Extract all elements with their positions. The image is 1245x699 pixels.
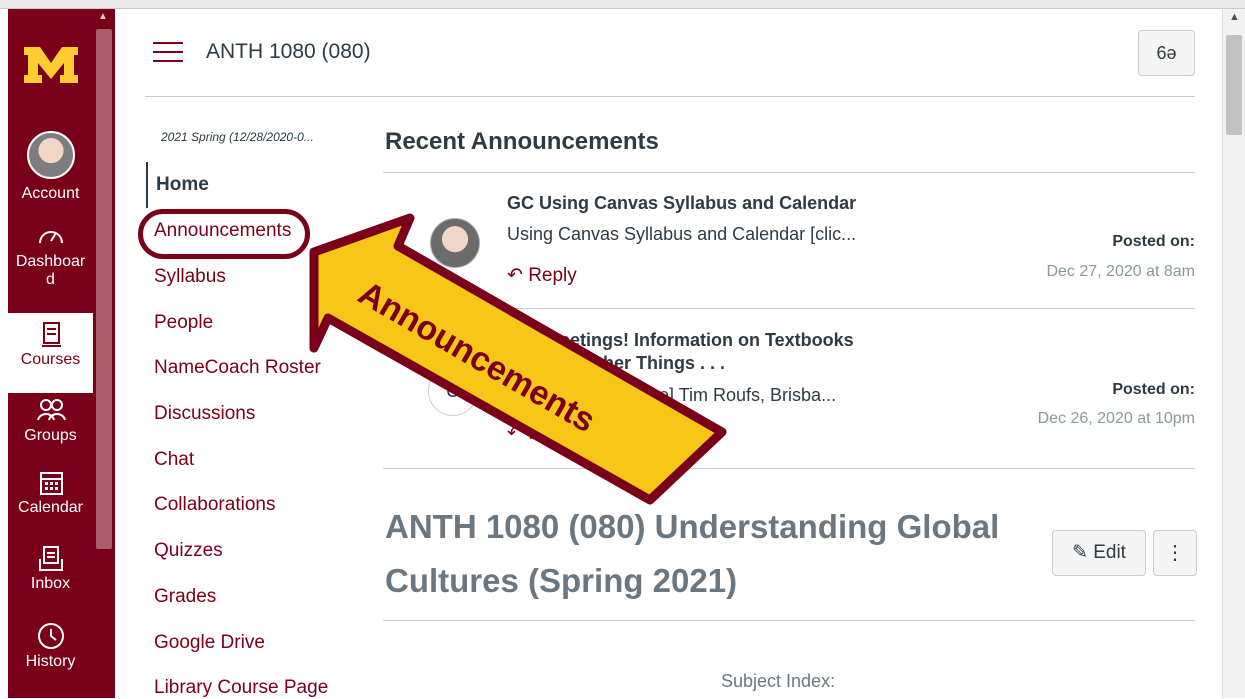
university-logo[interactable]	[22, 43, 80, 87]
nav-scrollbar[interactable]: ▲	[93, 9, 115, 698]
subject-index-label: Subject Index:	[721, 671, 836, 691]
announcement-2-preview: k ↑ here] Tim Roufs, Brisba...	[605, 385, 837, 405]
nav-history[interactable]: History	[8, 621, 93, 681]
announcement-1-title[interactable]: GC Using Canvas Syllabus and Calendar	[507, 193, 856, 214]
announcement-1-posted-label: Posted on:	[1112, 233, 1195, 250]
course-nav-quizzes[interactable]: Quizzes	[154, 540, 223, 562]
course-nav-namecoach-roster[interactable]: NameCoach Roster	[154, 357, 321, 379]
nav-groups[interactable]: Groups	[8, 395, 93, 455]
announcement-2-title-line2[interactable]: her Things . . .	[603, 353, 725, 374]
course-nav-people[interactable]: People	[154, 312, 213, 334]
announcement-2-reply-label: R	[528, 423, 542, 444]
divider	[383, 468, 1195, 469]
announcement-1-avatar[interactable]	[430, 218, 480, 268]
announcement-1-reply-label: Reply	[528, 265, 577, 286]
pencil-icon: ✎	[1072, 542, 1088, 563]
clock-icon	[37, 623, 64, 649]
nav-groups-label: Groups	[24, 427, 77, 444]
page-scrollbar-thumb[interactable]	[1226, 35, 1242, 135]
nav-dashboard-label-2: d	[46, 271, 55, 288]
avatar	[26, 131, 75, 179]
reply-icon: ↶	[507, 423, 523, 444]
scroll-up-icon[interactable]: ▲	[1229, 11, 1240, 23]
announcement-1-preview: Using Canvas Syllabus and Calendar [clic…	[507, 224, 857, 244]
nav-account[interactable]: Account	[8, 127, 93, 207]
nav-inbox-label: Inbox	[30, 575, 71, 592]
term-label: 2021 Spring (12/28/2020-0...	[161, 130, 314, 144]
course-nav-chat[interactable]: Chat	[154, 449, 194, 471]
reply-icon: ↶	[507, 265, 523, 286]
page-scrollbar[interactable]: ▲	[1222, 9, 1245, 698]
course-breadcrumb[interactable]: ANTH 1080 (080)	[206, 40, 371, 64]
nav-scrollbar-thumb[interactable]	[96, 29, 112, 549]
immersive-reader-button[interactable]: 6ə	[1138, 30, 1195, 76]
nav-calendar-label: Calendar	[18, 499, 83, 516]
nav-dashboard[interactable]: Dashboar d	[8, 221, 93, 305]
nav-account-label: Account	[21, 185, 80, 202]
edit-button[interactable]: ✎ Edit	[1052, 530, 1146, 576]
page-title: ANTH 1080 (080) Understanding Global Cul…	[385, 500, 1035, 608]
inbox-icon	[38, 546, 63, 571]
course-nav-grades[interactable]: Grades	[154, 586, 216, 608]
edit-button-label: Edit	[1093, 542, 1126, 563]
announcements-highlight-circle	[138, 209, 310, 259]
announcement-2-reply-button[interactable]: ↶ R	[507, 422, 542, 445]
global-navigation: Account Dashboar d Courses Groups Calend…	[8, 9, 93, 698]
nav-inbox[interactable]: Inbox	[8, 543, 93, 603]
divider	[383, 620, 1195, 621]
announcement-2-avatar[interactable]: U	[428, 366, 478, 416]
course-nav-discussions[interactable]: Discussions	[154, 403, 255, 425]
announcement-2-avatar-initial: U	[445, 380, 461, 402]
course-header: ANTH 1080 (080) 6ə	[145, 20, 1195, 97]
announcement-1-posted-date: Dec 27, 2020 at 8am	[1046, 263, 1195, 280]
announcement-2-posted-label: Posted on:	[1112, 381, 1195, 398]
announcement-2-title-line1[interactable]: Greetings! Information on Textbooks	[539, 330, 854, 351]
course-nav-collaborations[interactable]: Collaborations	[154, 494, 275, 516]
groups-icon	[36, 399, 66, 421]
nav-history-label: History	[25, 653, 76, 670]
divider	[383, 308, 1195, 309]
window-top-border	[0, 0, 1245, 9]
scroll-up-icon[interactable]: ▲	[98, 11, 108, 22]
nav-courses-label: Courses	[20, 351, 81, 368]
main-content: Recent Announcements GC Using Canvas Syl…	[383, 100, 1197, 698]
more-vertical-icon: ⋮	[1165, 542, 1185, 564]
courses-icon	[41, 322, 61, 347]
announcement-1-reply-button[interactable]: ↶ Reply	[507, 264, 577, 287]
dashboard-icon	[38, 231, 63, 244]
page-title-line2: Cultures (Spring 2021)	[385, 562, 738, 599]
nav-dashboard-label-1: Dashboar	[15, 253, 86, 270]
glasses-icon: 6ə	[1156, 43, 1177, 63]
divider	[383, 172, 1195, 173]
calendar-icon	[39, 472, 63, 495]
course-nav-syllabus[interactable]: Syllabus	[154, 266, 226, 288]
course-navigation: 2021 Spring (12/28/2020-0... Home Announ…	[145, 120, 365, 698]
recent-announcements-heading: Recent Announcements	[385, 128, 659, 155]
nav-calendar[interactable]: Calendar	[8, 467, 93, 527]
announcement-2-posted-date: Dec 26, 2020 at 10pm	[1037, 410, 1195, 427]
course-nav-library-course-page[interactable]: Library Course Page	[154, 677, 328, 699]
course-nav-home[interactable]: Home	[146, 162, 209, 208]
page-title-line1: ANTH 1080 (080) Understanding Global	[385, 508, 1000, 545]
more-options-button[interactable]: ⋮	[1153, 530, 1197, 576]
nav-courses[interactable]: Courses	[8, 313, 93, 393]
hamburger-menu-icon[interactable]	[153, 42, 183, 64]
course-nav-google-drive[interactable]: Google Drive	[154, 632, 265, 654]
